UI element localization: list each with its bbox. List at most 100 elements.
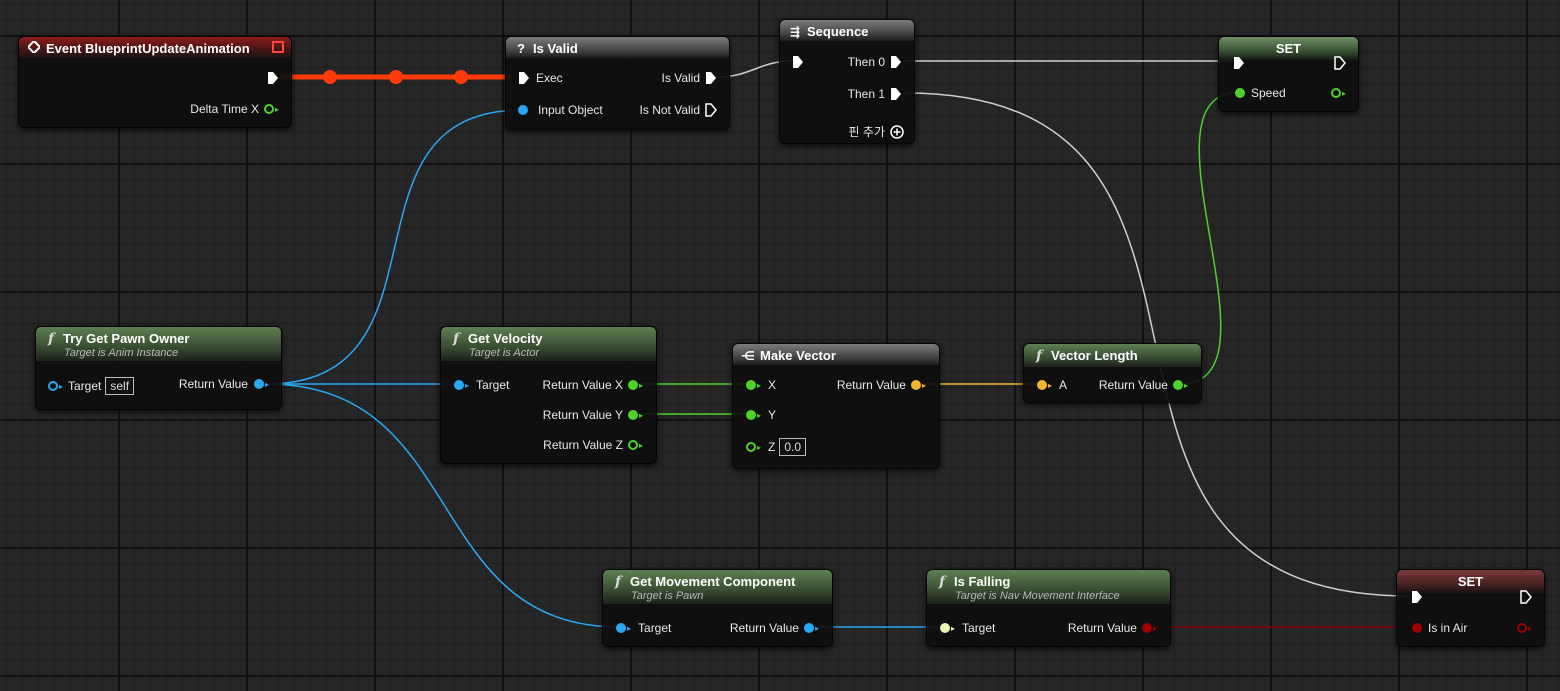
node-title: Get Movement Component (630, 574, 796, 590)
z-default-input[interactable]: 0.0 (779, 438, 807, 456)
wire-knot (323, 70, 337, 84)
is-valid-exec-pin[interactable]: Is Valid (662, 70, 717, 86)
then-0-pin[interactable]: Then 0 (848, 54, 902, 70)
exec-in-pin[interactable] (1411, 589, 1423, 605)
node-title: Make Vector (760, 348, 836, 364)
node-subtitle: Target is Anim Instance (64, 346, 179, 359)
exec-in-pin[interactable]: Exec (518, 70, 563, 86)
pin-label: Is Valid (661, 71, 700, 85)
return-value-pin[interactable]: Return Value ▸ (1099, 377, 1188, 393)
exec-in-pin[interactable] (1233, 55, 1245, 71)
pin-label: Target (638, 621, 672, 635)
pin-label: Return Value (178, 377, 248, 391)
object-pin-icon (518, 105, 528, 115)
node-title: Try Get Pawn Owner (63, 331, 190, 347)
pin-label: Is in Air (1428, 621, 1468, 635)
return-value-pin[interactable]: Return Value ▸ (1068, 620, 1157, 636)
function-icon: f (614, 573, 622, 590)
make-vector-node[interactable]: ⋲ Make Vector ▸ X ▸ Y ▸ Z 0.0 Return Valu… (732, 343, 940, 469)
return-x-pin[interactable]: Return Value X ▸ (542, 377, 643, 393)
exec-arrow-icon (793, 56, 803, 68)
node-header: f Get Velocity Target is Actor (441, 327, 656, 361)
z-pin[interactable]: ▸ Z 0.0 (746, 438, 807, 456)
return-z-pin[interactable]: Return Value Z ▸ (543, 437, 643, 453)
exec-arrow-icon (706, 72, 716, 84)
exec-arrow-icon (519, 72, 529, 84)
try-get-pawn-owner-node[interactable]: f Try Get Pawn Owner Target is Anim Insta… (35, 326, 282, 410)
then-1-pin[interactable]: Then 1 (848, 86, 902, 102)
make-struct-icon: ⋲ (741, 348, 755, 363)
exec-out-pin[interactable] (1520, 589, 1532, 605)
vector-length-node[interactable]: f Vector Length ▸ A Return Value ▸ (1023, 343, 1202, 403)
set-is-in-air-node[interactable]: SET Is in Air ▸ (1396, 569, 1545, 647)
event-update-animation-node[interactable]: Event BlueprintUpdateAnimation Delta Tim… (18, 36, 292, 128)
node-header: ⇶ Sequence (780, 20, 914, 41)
bool-pin-icon (1141, 623, 1152, 633)
exec-arrow-icon (1234, 57, 1244, 69)
x-pin[interactable]: ▸ X (746, 377, 776, 393)
function-icon: f (1035, 347, 1043, 364)
exec-arrow-icon (891, 88, 901, 100)
return-value-pin[interactable]: Return Value ▸ (179, 376, 269, 392)
add-pin-button[interactable]: 핀 추가 (849, 123, 904, 140)
float-pin-icon (1172, 380, 1183, 390)
node-header: f Is Falling Target is Nav Movement Inter… (927, 570, 1170, 604)
float-pin-icon (746, 442, 756, 452)
function-icon: f (452, 330, 460, 347)
exec-arrow-outline-icon (1334, 56, 1346, 70)
exec-arrow-icon (1412, 591, 1422, 603)
exec-arrow-icon (268, 72, 278, 84)
node-title: SET (1457, 574, 1484, 590)
node-subtitle: Target is Actor (469, 346, 540, 359)
is-falling-node[interactable]: f Is Falling Target is Nav Movement Inter… (926, 569, 1171, 647)
function-icon: f (47, 330, 55, 347)
exec-out-pin[interactable] (1334, 55, 1346, 71)
target-default-input[interactable]: self (105, 377, 135, 395)
exec-in-pin[interactable] (792, 54, 804, 70)
y-pin[interactable]: ▸ Y (746, 407, 776, 423)
speed-in-pin[interactable]: Speed (1235, 85, 1286, 101)
is-valid-node[interactable]: ? Is Valid Exec Input Object Is Valid Is … (505, 36, 730, 130)
a-pin[interactable]: ▸ A (1037, 377, 1067, 393)
return-y-pin[interactable]: Return Value Y ▸ (543, 407, 643, 423)
return-value-pin[interactable]: Return Value ▸ (730, 620, 819, 636)
get-velocity-node[interactable]: f Get Velocity Target is Actor ▸ Target R… (440, 326, 657, 464)
node-title: Is Falling (954, 574, 1011, 590)
is-in-air-out-pin[interactable]: ▸ (1516, 620, 1532, 636)
speed-out-pin[interactable]: ▸ (1330, 85, 1346, 101)
pin-label: Exec (536, 71, 563, 85)
pin-label: Z (768, 440, 776, 454)
float-wire-length-speed (1179, 91, 1241, 385)
target-pin[interactable]: ▸ Target (940, 620, 995, 636)
get-movement-component-node[interactable]: f Get Movement Component Target is Pawn ▸… (602, 569, 833, 647)
wire-knot (454, 70, 468, 84)
target-pin[interactable]: ▸ Target self (48, 377, 135, 395)
pin-label: Is Not Valid (639, 103, 700, 117)
pin-label: A (1059, 378, 1068, 392)
pin-label: Return Value Y (542, 408, 623, 422)
pin-label: Return Value (1098, 378, 1168, 392)
set-speed-node[interactable]: SET Speed ▸ (1218, 36, 1359, 112)
pin-label: Target (476, 378, 510, 392)
exec-out-pin[interactable] (267, 70, 279, 86)
return-value-pin[interactable]: Return Value ▸ (837, 377, 926, 393)
pin-label: Target (68, 379, 102, 393)
sequence-node[interactable]: ⇶ Sequence Then 0 Then 1 핀 추가 (779, 19, 915, 144)
node-subtitle: Target is Pawn (631, 589, 704, 602)
object-pin-icon (253, 379, 264, 389)
input-object-pin[interactable]: Input Object (518, 102, 603, 118)
is-in-air-in-pin[interactable]: Is in Air (1412, 620, 1467, 636)
delta-time-pin[interactable]: Delta Time X ▸ (190, 101, 279, 117)
pin-label: Speed (1251, 86, 1286, 100)
bool-pin-icon (1412, 623, 1422, 633)
is-not-valid-exec-pin[interactable]: Is Not Valid (640, 102, 717, 118)
object-pin-icon (454, 380, 464, 390)
target-pin[interactable]: ▸ Target (616, 620, 671, 636)
target-pin[interactable]: ▸ Target (454, 377, 509, 393)
node-header: ⋲ Make Vector (733, 344, 939, 365)
pin-label: X (768, 378, 777, 392)
float-pin-icon (627, 440, 638, 450)
node-title: Vector Length (1051, 348, 1138, 364)
pin-label: Return Value (836, 378, 906, 392)
pin-label: Then 1 (847, 87, 885, 101)
